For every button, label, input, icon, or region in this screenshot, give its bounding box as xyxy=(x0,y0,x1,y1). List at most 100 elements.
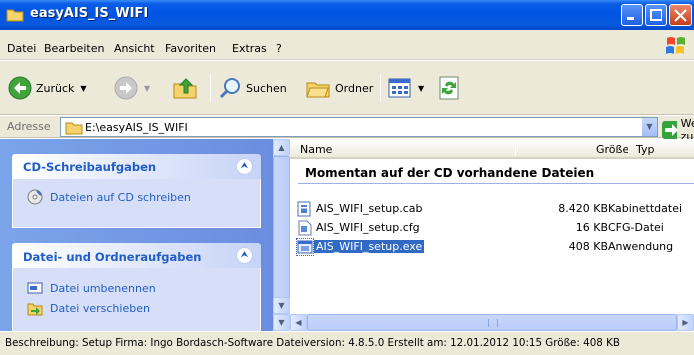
column-header-row: Name Größe Typ xyxy=(290,139,694,159)
file-row[interactable]: AIS_WIFI_setup.cab 8.420 KB Kabinettdate… xyxy=(295,200,694,217)
cab-file-icon xyxy=(297,201,311,217)
column-header-type[interactable]: Typ xyxy=(636,143,655,156)
views-icon xyxy=(388,78,411,98)
file-size: 16 KB xyxy=(575,221,608,234)
file-size: 408 KB xyxy=(568,240,608,253)
forward-arrow-icon xyxy=(114,76,138,100)
file-type: CFG-Datei xyxy=(608,221,664,234)
cd-tasks-panel: CD-Schreibaufgaben ⮝ Dateien auf CD schr… xyxy=(12,154,261,228)
chevron-down-icon[interactable]: ▼ xyxy=(80,84,86,93)
task-pane: CD-Schreibaufgaben ⮝ Dateien auf CD schr… xyxy=(0,139,273,331)
file-tasks-header[interactable]: Datei- und Ordneraufgaben ⮝ xyxy=(12,243,261,268)
file-row[interactable]: AIS_WIFI_setup.cfg 16 KB CFG-Datei xyxy=(295,219,694,236)
file-tasks-body: Datei umbenennen Datei verschieben xyxy=(12,268,261,331)
collapse-icon[interactable]: ⮝ xyxy=(236,158,253,175)
move-file-icon xyxy=(27,303,43,316)
column-header-name[interactable]: Name xyxy=(300,143,332,156)
search-label: Suchen xyxy=(246,81,287,95)
go-arrow-icon xyxy=(662,121,677,139)
maximize-icon xyxy=(650,9,662,21)
vertical-scrollbar[interactable]: ▲ ▼ xyxy=(273,139,290,316)
minimize-button[interactable] xyxy=(621,4,643,26)
group-header: Momentan auf der CD vorhandene Dateien xyxy=(305,166,595,180)
toolbar: Zurück ▼ ▼ Suchen Ordner ▼ xyxy=(0,61,694,115)
menu-datei[interactable]: Datei xyxy=(7,43,36,55)
chevron-down-icon[interactable]: ▼ xyxy=(144,84,150,93)
cd-write-icon xyxy=(27,189,43,205)
address-dropdown-button[interactable]: ▼ xyxy=(641,118,657,136)
menu-favoriten[interactable]: Favoriten xyxy=(165,43,216,55)
rename-icon xyxy=(27,282,43,294)
toolbar-divider xyxy=(380,75,381,101)
write-to-cd-link[interactable]: Dateien auf CD schreiben xyxy=(27,187,260,207)
scroll-left-button[interactable]: ◀ xyxy=(290,314,307,331)
toolbar-divider xyxy=(210,75,211,101)
file-tasks-title: Datei- und Ordneraufgaben xyxy=(23,250,202,264)
write-to-cd-label: Dateien auf CD schreiben xyxy=(50,190,191,204)
move-file-label: Datei verschieben xyxy=(50,301,150,315)
scroll-down-button[interactable]: ▼ xyxy=(273,297,290,314)
address-label: Adresse xyxy=(7,120,51,133)
horizontal-scroll-thumb[interactable] xyxy=(307,314,677,331)
scroll-corner: ▼ xyxy=(273,314,290,331)
cd-tasks-header[interactable]: CD-Schreibaufgaben ⮝ xyxy=(12,154,261,179)
horizontal-scrollbar[interactable]: ◀ ▶ xyxy=(290,314,694,331)
menu-bearbeiten[interactable]: Bearbeiten xyxy=(44,43,104,55)
chevron-down-icon[interactable]: ▼ xyxy=(418,84,424,93)
file-row-selected[interactable]: AIS_WIFI_setup.exe 408 KB Anwendung xyxy=(295,238,694,256)
forward-button[interactable]: ▼ xyxy=(114,75,150,101)
views-button[interactable]: ▼ xyxy=(388,75,424,101)
menu-extras[interactable]: Extras xyxy=(232,43,267,55)
folders-icon xyxy=(306,82,330,98)
status-text: Beschreibung: Setup Firma: Ingo Bordasch… xyxy=(5,337,620,349)
file-size: 8.420 KB xyxy=(558,202,608,215)
file-type: Kabinettdatei xyxy=(608,202,683,215)
back-arrow-icon xyxy=(8,76,32,100)
file-type: Anwendung xyxy=(608,240,674,253)
file-name: AIS_WIFI_setup.cfg xyxy=(316,221,420,234)
explorer-window: easyAIS_IS_WIFI Datei Bearbeiten Ansicht… xyxy=(0,0,694,355)
folders-label: Ordner xyxy=(335,81,374,95)
scroll-down-button[interactable]: ▼ xyxy=(273,314,290,331)
close-icon xyxy=(674,9,687,22)
group-divider xyxy=(298,183,694,184)
menu-ansicht[interactable]: Ansicht xyxy=(114,43,155,55)
scroll-grip xyxy=(488,319,498,327)
file-name: AIS_WIFI_setup.cab xyxy=(316,202,423,215)
menu-help[interactable]: ? xyxy=(276,43,282,55)
back-button[interactable]: Zurück ▼ xyxy=(8,75,87,101)
column-divider[interactable] xyxy=(515,142,516,156)
column-divider[interactable] xyxy=(628,142,629,156)
sync-button[interactable] xyxy=(439,75,459,101)
address-input[interactable]: E:\easyAIS_IS_WIFI ▼ xyxy=(60,117,658,137)
maximize-button[interactable] xyxy=(645,4,667,26)
cd-tasks-body: Dateien auf CD schreiben xyxy=(12,179,261,228)
rename-file-link[interactable]: Datei umbenennen xyxy=(27,278,260,298)
sync-icon xyxy=(439,76,459,100)
file-name: AIS_WIFI_setup.exe xyxy=(314,240,425,253)
status-bar: Beschreibung: Setup Firma: Ingo Bordasch… xyxy=(0,331,694,355)
menu-bar: Datei Bearbeiten Ansicht Favoriten Extra… xyxy=(0,30,694,60)
vertical-scroll-thumb[interactable] xyxy=(273,156,290,316)
scroll-right-button[interactable]: ▶ xyxy=(677,314,694,331)
close-button[interactable] xyxy=(669,4,692,26)
folders-button[interactable]: Ordner xyxy=(305,75,373,101)
collapse-icon[interactable]: ⮝ xyxy=(236,247,253,264)
cfg-file-icon xyxy=(298,220,312,236)
title-bar[interactable]: easyAIS_IS_WIFI xyxy=(0,0,694,30)
window-title: easyAIS_IS_WIFI xyxy=(30,6,149,21)
address-bar: Adresse E:\easyAIS_IS_WIFI ▼ Wechseln zu xyxy=(0,116,694,143)
scroll-up-button[interactable]: ▲ xyxy=(273,139,290,156)
folder-icon xyxy=(6,9,24,22)
up-folder-button[interactable] xyxy=(172,75,198,101)
search-button[interactable]: Suchen xyxy=(218,75,287,101)
move-file-link[interactable]: Datei verschieben xyxy=(27,298,260,318)
column-header-size[interactable]: Größe xyxy=(596,143,629,156)
rename-file-label: Datei umbenennen xyxy=(50,281,156,295)
exe-file-icon xyxy=(296,238,314,256)
back-label: Zurück xyxy=(36,81,75,95)
up-folder-icon xyxy=(173,78,197,99)
cd-tasks-title: CD-Schreibaufgaben xyxy=(23,160,157,174)
search-icon xyxy=(219,78,240,99)
minimize-icon xyxy=(627,17,634,20)
